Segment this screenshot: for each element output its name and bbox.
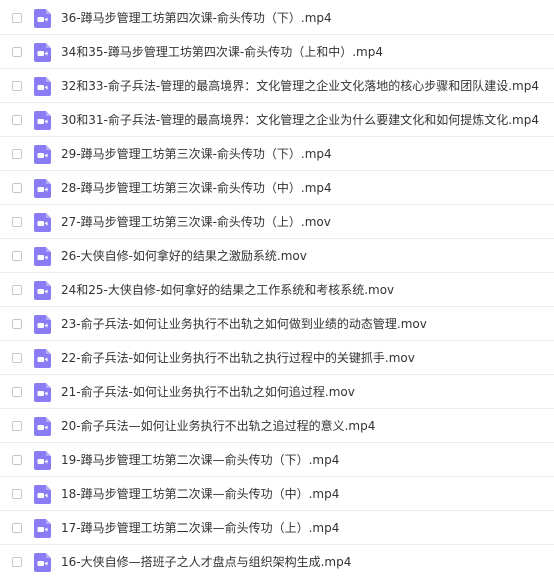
file-row[interactable]: 22-俞子兵法-如何让业务执行不出轨之执行过程中的关键抓手.mov — [0, 341, 554, 375]
file-list: 36-蹲马步管理工坊第四次课-俞头传功（下）.mp4 34和35-蹲马步管理工坊第… — [0, 0, 554, 578]
file-row[interactable]: 29-蹲马步管理工坊第三次课-俞头传功（下）.mp4 — [0, 137, 554, 171]
file-name[interactable]: 22-俞子兵法-如何让业务执行不出轨之执行过程中的关键抓手.mov — [61, 350, 415, 366]
select-checkbox[interactable] — [12, 489, 22, 499]
video-file-icon — [34, 281, 51, 300]
select-checkbox[interactable] — [12, 115, 22, 125]
file-row[interactable]: 26-大侠自修-如何拿好的结果之激励系统.mov — [0, 239, 554, 273]
select-checkbox[interactable] — [12, 251, 22, 261]
file-name[interactable]: 29-蹲马步管理工坊第三次课-俞头传功（下）.mp4 — [61, 146, 332, 162]
file-name[interactable]: 27-蹲马步管理工坊第三次课-俞头传功（上）.mov — [61, 214, 331, 230]
file-name[interactable]: 28-蹲马步管理工坊第三次课-俞头传功（中）.mp4 — [61, 180, 332, 196]
video-file-icon — [34, 213, 51, 232]
file-row[interactable]: 16-大侠自修—搭班子之人才盘点与组织架构生成.mp4 — [0, 545, 554, 578]
select-checkbox[interactable] — [12, 47, 22, 57]
file-name[interactable]: 19-蹲马步管理工坊第二次课—俞头传功（下）.mp4 — [61, 452, 339, 468]
file-row[interactable]: 34和35-蹲马步管理工坊第四次课-俞头传功（上和中）.mp4 — [0, 35, 554, 69]
video-file-icon — [34, 519, 51, 538]
select-checkbox[interactable] — [12, 455, 22, 465]
file-row[interactable]: 36-蹲马步管理工坊第四次课-俞头传功（下）.mp4 — [0, 1, 554, 35]
file-name[interactable]: 24和25-大侠自修-如何拿好的结果之工作系统和考核系统.mov — [61, 282, 394, 298]
select-checkbox[interactable] — [12, 353, 22, 363]
file-row[interactable]: 27-蹲马步管理工坊第三次课-俞头传功（上）.mov — [0, 205, 554, 239]
video-file-icon — [34, 111, 51, 130]
file-row[interactable]: 19-蹲马步管理工坊第二次课—俞头传功（下）.mp4 — [0, 443, 554, 477]
file-name[interactable]: 32和33-俞子兵法-管理的最高境界：文化管理之企业文化落地的核心步骤和团队建设… — [61, 78, 539, 94]
file-name[interactable]: 17-蹲马步管理工坊第二次课—俞头传功（上）.mp4 — [61, 520, 339, 536]
video-file-icon — [34, 417, 51, 436]
select-checkbox[interactable] — [12, 523, 22, 533]
file-row[interactable]: 30和31-俞子兵法-管理的最高境界：文化管理之企业为什么要建文化和如何提炼文化… — [0, 103, 554, 137]
file-name[interactable]: 26-大侠自修-如何拿好的结果之激励系统.mov — [61, 248, 307, 264]
video-file-icon — [34, 43, 51, 62]
select-checkbox[interactable] — [12, 183, 22, 193]
video-file-icon — [34, 145, 51, 164]
file-row[interactable]: 24和25-大侠自修-如何拿好的结果之工作系统和考核系统.mov — [0, 273, 554, 307]
select-checkbox[interactable] — [12, 387, 22, 397]
video-file-icon — [34, 9, 51, 28]
file-name[interactable]: 30和31-俞子兵法-管理的最高境界：文化管理之企业为什么要建文化和如何提炼文化… — [61, 112, 539, 128]
video-file-icon — [34, 77, 51, 96]
select-checkbox[interactable] — [12, 217, 22, 227]
file-row[interactable]: 20-俞子兵法—如何让业务执行不出轨之追过程的意义.mp4 — [0, 409, 554, 443]
select-checkbox[interactable] — [12, 557, 22, 567]
video-file-icon — [34, 451, 51, 470]
video-file-icon — [34, 553, 51, 572]
video-file-icon — [34, 383, 51, 402]
select-checkbox[interactable] — [12, 149, 22, 159]
video-file-icon — [34, 349, 51, 368]
file-name[interactable]: 23-俞子兵法-如何让业务执行不出轨之如何做到业绩的动态管理.mov — [61, 316, 427, 332]
file-row[interactable]: 23-俞子兵法-如何让业务执行不出轨之如何做到业绩的动态管理.mov — [0, 307, 554, 341]
file-name[interactable]: 18-蹲马步管理工坊第二次课—俞头传功（中）.mp4 — [61, 486, 339, 502]
file-row[interactable]: 21-俞子兵法-如何让业务执行不出轨之如何追过程.mov — [0, 375, 554, 409]
video-file-icon — [34, 247, 51, 266]
file-name[interactable]: 20-俞子兵法—如何让业务执行不出轨之追过程的意义.mp4 — [61, 418, 375, 434]
select-checkbox[interactable] — [12, 81, 22, 91]
video-file-icon — [34, 485, 51, 504]
select-checkbox[interactable] — [12, 285, 22, 295]
select-checkbox[interactable] — [12, 13, 22, 23]
select-checkbox[interactable] — [12, 319, 22, 329]
file-name[interactable]: 16-大侠自修—搭班子之人才盘点与组织架构生成.mp4 — [61, 554, 351, 570]
file-row[interactable]: 17-蹲马步管理工坊第二次课—俞头传功（上）.mp4 — [0, 511, 554, 545]
video-file-icon — [34, 179, 51, 198]
file-name[interactable]: 34和35-蹲马步管理工坊第四次课-俞头传功（上和中）.mp4 — [61, 44, 383, 60]
file-name[interactable]: 21-俞子兵法-如何让业务执行不出轨之如何追过程.mov — [61, 384, 355, 400]
file-row[interactable]: 32和33-俞子兵法-管理的最高境界：文化管理之企业文化落地的核心步骤和团队建设… — [0, 69, 554, 103]
select-checkbox[interactable] — [12, 421, 22, 431]
video-file-icon — [34, 315, 51, 334]
file-row[interactable]: 28-蹲马步管理工坊第三次课-俞头传功（中）.mp4 — [0, 171, 554, 205]
file-row[interactable]: 18-蹲马步管理工坊第二次课—俞头传功（中）.mp4 — [0, 477, 554, 511]
file-name[interactable]: 36-蹲马步管理工坊第四次课-俞头传功（下）.mp4 — [61, 10, 332, 26]
